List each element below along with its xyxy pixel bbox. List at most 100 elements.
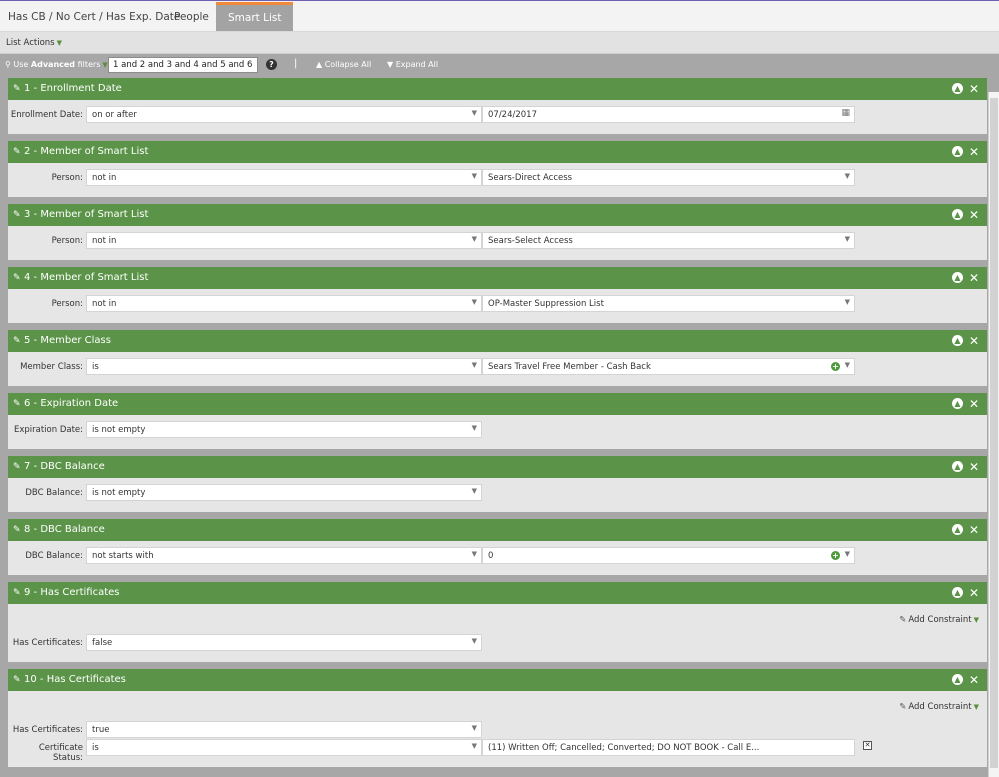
tab-people[interactable]: People <box>174 2 209 31</box>
add-plus-icon[interactable]: + <box>831 362 840 371</box>
use-advanced-filters-toggle[interactable]: ⚲ Use Advanced filters ▼ <box>5 60 108 69</box>
collapse-all-label: Collapse All <box>324 60 372 69</box>
filter-header[interactable]: ✎ 7 - DBC Balance ▲ ✕ <box>8 456 987 478</box>
move-up-icon[interactable]: ▲ <box>952 272 963 283</box>
delete-filter-icon[interactable]: ✕ <box>969 519 979 541</box>
operator-select[interactable]: true ▼ <box>86 721 482 738</box>
operator-select[interactable]: is ▼ <box>86 739 482 756</box>
delete-filter-icon[interactable]: ✕ <box>969 669 979 691</box>
filter-header[interactable]: ✎ 4 - Member of Smart List ▲ ✕ <box>8 267 987 289</box>
operator-value: not starts with <box>92 551 154 561</box>
drag-handle-icon[interactable]: ✎ <box>13 456 21 478</box>
value-select[interactable]: Sears Travel Free Member - Cash Back + ▼ <box>482 358 855 375</box>
value-text: Sears-Select Access <box>488 236 573 246</box>
value-select[interactable]: OP-Master Suppression List ▼ <box>482 295 855 312</box>
value-multiselect[interactable]: (11) Written Off; Cancelled; Converted; … <box>482 739 855 756</box>
filter-card: ✎ 9 - Has Certificates ▲ ✕ ✎ Add Constrai… <box>8 582 987 662</box>
operator-select[interactable]: is not empty ▼ <box>86 484 482 501</box>
chevron-down-icon: ▼ <box>471 724 477 732</box>
filter-card: ✎ 10 - Has Certificates ▲ ✕ ✎ Add Constra… <box>8 669 987 767</box>
delete-filter-icon[interactable]: ✕ <box>969 78 979 100</box>
filter-header[interactable]: ✎ 6 - Expiration Date ▲ ✕ <box>8 393 987 415</box>
filter-card: ✎ 7 - DBC Balance ▲ ✕ DBC Balance: is no… <box>8 456 987 512</box>
drag-handle-icon[interactable]: ✎ <box>13 204 21 226</box>
remove-box-icon[interactable]: ✕ <box>863 741 872 750</box>
expand-all-button[interactable]: ▼ Expand All <box>387 60 438 69</box>
chevron-down-icon: ▼ <box>471 637 477 645</box>
operator-select[interactable]: is ▼ <box>86 358 482 375</box>
operator-value: false <box>92 638 113 648</box>
vertical-scrollbar[interactable] <box>988 92 999 777</box>
filter-card: ✎ 1 - Enrollment Date ▲ ✕ Enrollment Dat… <box>8 78 987 134</box>
add-constraint-button[interactable]: ✎ Add Constraint ▼ <box>899 702 979 712</box>
chevron-down-icon: ▼ <box>844 361 850 369</box>
filters-label: filters <box>77 60 101 69</box>
filter-header[interactable]: ✎ 2 - Member of Smart List ▲ ✕ <box>8 141 987 163</box>
delete-filter-icon[interactable]: ✕ <box>969 456 979 478</box>
operator-select[interactable]: false ▼ <box>86 634 482 651</box>
move-up-icon[interactable]: ▲ <box>952 146 963 157</box>
list-actions-menu[interactable]: List Actions ▼ <box>6 38 62 48</box>
chevron-down-icon: ▼ <box>844 298 850 306</box>
drag-handle-icon[interactable]: ✎ <box>13 267 21 289</box>
add-plus-icon[interactable]: + <box>831 551 840 560</box>
collapse-all-button[interactable]: ▲ Collapse All <box>316 60 371 69</box>
delete-filter-icon[interactable]: ✕ <box>969 267 979 289</box>
drag-handle-icon[interactable]: ✎ <box>13 393 21 415</box>
filter-header[interactable]: ✎ 3 - Member of Smart List ▲ ✕ <box>8 204 987 226</box>
move-up-icon[interactable]: ▲ <box>952 83 963 94</box>
move-up-icon[interactable]: ▲ <box>952 209 963 220</box>
delete-filter-icon[interactable]: ✕ <box>969 204 979 226</box>
move-up-icon[interactable]: ▲ <box>952 335 963 346</box>
operator-select[interactable]: not in ▼ <box>86 232 482 249</box>
value-select[interactable]: 0 + ▼ <box>482 547 855 564</box>
filter-header[interactable]: ✎ 8 - DBC Balance ▲ ✕ <box>8 519 987 541</box>
filter-header[interactable]: ✎ 5 - Member Class ▲ ✕ <box>8 330 987 352</box>
delete-filter-icon[interactable]: ✕ <box>969 582 979 604</box>
filter-card: ✎ 5 - Member Class ▲ ✕ Member Class: is ▼… <box>8 330 987 386</box>
scrollbar-thumb[interactable] <box>990 98 998 768</box>
operator-select[interactable]: is not empty ▼ <box>86 421 482 438</box>
add-constraint-button[interactable]: ✎ Add Constraint ▼ <box>899 615 979 625</box>
move-up-icon[interactable]: ▲ <box>952 398 963 409</box>
chevron-down-icon: ▼ <box>471 361 477 369</box>
expand-all-label: Expand All <box>395 60 439 69</box>
filter-row-label: DBC Balance: <box>25 488 83 498</box>
filter-row-label: Person: <box>51 299 83 309</box>
delete-filter-icon[interactable]: ✕ <box>969 330 979 352</box>
filter-header[interactable]: ✎ 1 - Enrollment Date ▲ ✕ <box>8 78 987 100</box>
filter-header[interactable]: ✎ 9 - Has Certificates ▲ ✕ <box>8 582 987 604</box>
move-up-icon[interactable]: ▲ <box>952 461 963 472</box>
move-up-icon[interactable]: ▲ <box>952 524 963 535</box>
drag-handle-icon[interactable]: ✎ <box>13 669 21 691</box>
tab-list-name[interactable]: Has CB / No Cert / Has Exp. Date <box>8 2 180 31</box>
calendar-icon[interactable]: ▦ <box>841 108 850 118</box>
delete-filter-icon[interactable]: ✕ <box>969 393 979 415</box>
operator-select[interactable]: on or after ▼ <box>86 106 482 123</box>
move-up-icon[interactable]: ▲ <box>952 674 963 685</box>
value-select[interactable]: Sears-Direct Access ▼ <box>482 169 855 186</box>
drag-handle-icon[interactable]: ✎ <box>13 141 21 163</box>
filter-logic-input[interactable] <box>108 57 258 73</box>
drag-handle-icon[interactable]: ✎ <box>13 519 21 541</box>
filter-card: ✎ 3 - Member of Smart List ▲ ✕ Person: n… <box>8 204 987 260</box>
operator-select[interactable]: not in ▼ <box>86 169 482 186</box>
filter-header[interactable]: ✎ 10 - Has Certificates ▲ ✕ <box>8 669 987 691</box>
move-up-icon[interactable]: ▲ <box>952 587 963 598</box>
chevron-down-icon: ▼ <box>471 487 477 495</box>
drag-handle-icon[interactable]: ✎ <box>13 330 21 352</box>
value-select[interactable]: Sears-Select Access ▼ <box>482 232 855 249</box>
drag-handle-icon[interactable]: ✎ <box>13 78 21 100</box>
help-icon[interactable]: ? <box>266 59 277 70</box>
filter-row-label: Certificate Status: <box>38 743 83 763</box>
filter-title: 3 - Member of Smart List <box>24 209 149 220</box>
date-input[interactable]: 07/24/2017 ▦ <box>482 106 855 123</box>
delete-filter-icon[interactable]: ✕ <box>969 141 979 163</box>
operator-select[interactable]: not in ▼ <box>86 295 482 312</box>
advanced-label: Advanced <box>30 60 76 69</box>
drag-handle-icon[interactable]: ✎ <box>13 582 21 604</box>
tab-smart-list[interactable]: Smart List <box>216 2 294 31</box>
operator-value: is not empty <box>92 488 146 498</box>
chevron-down-icon: ▼ <box>471 172 477 180</box>
operator-select[interactable]: not starts with ▼ <box>86 547 482 564</box>
